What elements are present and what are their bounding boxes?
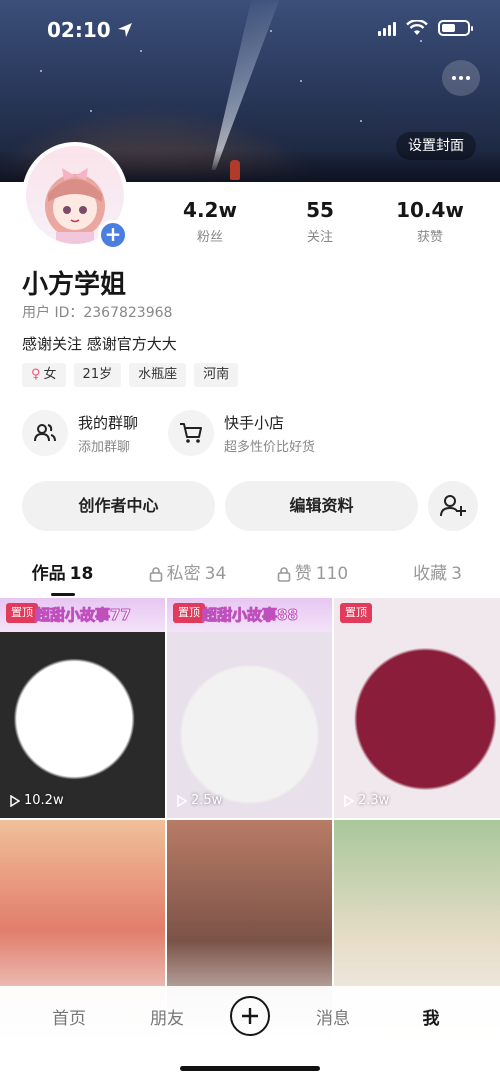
nav-friends[interactable]: 朋友 (132, 1004, 202, 1029)
pinned-badge: 置顶 (173, 603, 205, 623)
tab-label: 作品 (31, 564, 66, 584)
video-title: 超甜小故事77 (35, 606, 132, 625)
status-clock: 02:10 (47, 18, 111, 42)
status-bar: 02:10 (0, 0, 500, 60)
stat-label: 粉丝 (196, 230, 223, 245)
status-indicators (378, 20, 473, 36)
video-thumbnail[interactable]: 置顶 2.3w (334, 598, 500, 818)
tab-count: 110 (315, 564, 349, 584)
zodiac-tag: 水瓶座 (129, 363, 187, 387)
stat-value: 10.4w (396, 198, 464, 222)
edit-profile-button[interactable]: 编辑资料 (225, 481, 418, 531)
nav-me[interactable]: 我 (396, 1004, 466, 1029)
plus-icon (242, 1008, 258, 1024)
profile-tags: ♀ 女 21岁 水瓶座 河南 (22, 363, 239, 387)
group-chat-entry[interactable]: 我的群聊 添加群聊 (22, 410, 138, 456)
feature-subtitle: 添加群聊 (78, 439, 131, 455)
video-title: 超甜小故事88 (202, 606, 299, 625)
play-icon (344, 794, 354, 807)
nav-messages[interactable]: 消息 (298, 1004, 368, 1029)
bottom-navigation: 首页 朋友 消息 我 (0, 986, 500, 1082)
add-friend-button[interactable] (428, 481, 478, 531)
stat-following[interactable]: 55 关注 (265, 198, 375, 245)
stat-likes[interactable]: 10.4w 获赞 (375, 198, 485, 245)
stat-label: 关注 (306, 230, 333, 245)
female-icon: ♀ (31, 367, 41, 382)
feature-subtitle: 超多性价比好货 (224, 439, 316, 455)
battery-icon (438, 20, 473, 36)
play-count: 2.3w (344, 793, 389, 808)
play-icon (177, 794, 187, 807)
group-icon (22, 410, 68, 456)
play-count: 2.5w (177, 793, 222, 808)
feature-shortcuts: 我的群聊 添加群聊 快手小店 超多性价比好货 (22, 410, 315, 456)
tag-label: 女 (43, 367, 57, 382)
cart-icon (168, 410, 215, 456)
content-tabs: 作品 18 私密 34 赞 110 收藏 3 (0, 560, 500, 598)
age-tag: 21岁 (73, 363, 122, 387)
stat-label: 获赞 (416, 230, 443, 245)
tab-count: 3 (451, 564, 462, 584)
lock-icon (149, 567, 162, 582)
play-icon (10, 794, 20, 807)
home-indicator (180, 1066, 320, 1071)
shop-entry[interactable]: 快手小店 超多性价比好货 (168, 410, 315, 456)
profile-user-id[interactable]: 用户 ID：2367823968 (22, 302, 172, 322)
set-cover-button[interactable]: 设置封面 (396, 132, 476, 160)
tab-count: 34 (204, 564, 227, 584)
location-arrow-icon (117, 23, 132, 37)
more-options-button[interactable] (442, 60, 480, 96)
pinned-badge: 置顶 (340, 603, 372, 623)
play-count-value: 10.2w (24, 793, 64, 808)
video-thumbnail[interactable]: 置顶 超甜小故事88 2.5w (167, 598, 332, 818)
play-count-value: 2.3w (358, 793, 390, 808)
more-dots-icon (452, 76, 470, 80)
add-user-icon (440, 495, 466, 517)
feature-title: 快手小店 (224, 413, 285, 432)
stat-value: 55 (306, 198, 334, 222)
stat-followers[interactable]: 4.2w 粉丝 (155, 198, 265, 245)
wifi-icon (406, 20, 428, 35)
video-grid: 置顶 超甜小故事77 10.2w 置顶 超甜小故事88 2.5w 置顶 2.3w (0, 598, 500, 1040)
star (300, 80, 302, 82)
cover-person (230, 160, 240, 180)
video-thumbnail[interactable]: 置顶 超甜小故事77 10.2w (0, 598, 165, 818)
profile-name: 小方学姐 (22, 270, 127, 300)
profile-actions: 创作者中心 编辑资料 (22, 481, 478, 531)
status-time: 02:10 (47, 18, 133, 42)
tab-collections[interactable]: 收藏 3 (375, 560, 500, 598)
avatar-add-button[interactable]: + (98, 220, 128, 250)
tab-count: 18 (69, 564, 94, 584)
play-count: 10.2w (10, 793, 64, 808)
profile-stats: 4.2w 粉丝 55 关注 10.4w 获赞 (155, 198, 485, 245)
create-button[interactable] (230, 996, 270, 1036)
tab-label: 赞 (294, 564, 312, 584)
stat-value: 4.2w (183, 198, 237, 222)
play-count-value: 2.5w (191, 793, 223, 808)
star (90, 110, 92, 112)
tab-label: 收藏 (413, 564, 448, 584)
creator-center-button[interactable]: 创作者中心 (22, 481, 215, 531)
gender-tag: ♀ 女 (22, 363, 66, 387)
star (360, 120, 362, 122)
nav-home[interactable]: 首页 (34, 1004, 104, 1029)
tab-likes[interactable]: 赞 110 (250, 560, 375, 598)
pinned-badge: 置顶 (6, 603, 38, 623)
tab-label: 私密 (166, 564, 201, 584)
cellular-signal-icon (378, 20, 396, 36)
lock-icon (277, 567, 291, 582)
feature-title: 我的群聊 (78, 413, 139, 432)
profile-bio: 感谢关注 感谢官方大大 (22, 335, 177, 353)
star (40, 70, 42, 72)
location-tag: 河南 (194, 363, 239, 387)
tab-works[interactable]: 作品 18 (0, 560, 125, 598)
tab-private[interactable]: 私密 34 (125, 560, 250, 598)
